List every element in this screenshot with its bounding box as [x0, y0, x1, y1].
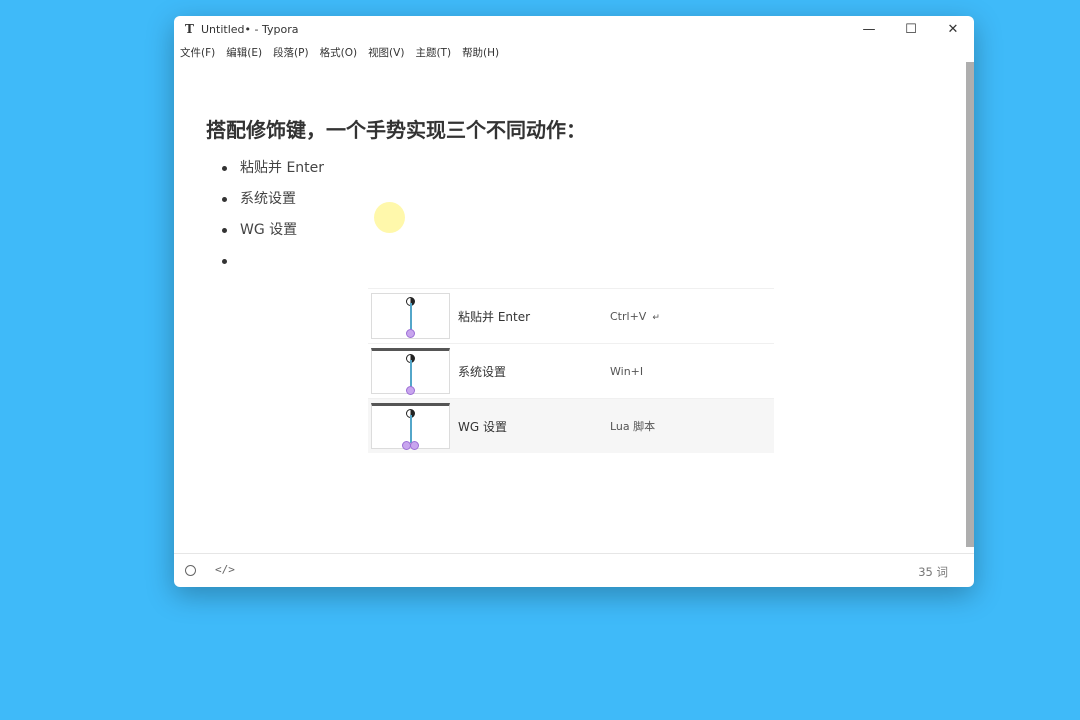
menu-paragraph[interactable]: 段落(P) [273, 45, 309, 60]
title-bar[interactable]: T Untitled• - Typora — ☐ ✕ [174, 16, 974, 42]
list-item-empty[interactable] [174, 251, 324, 282]
list-item[interactable]: 粘贴并 Enter [174, 158, 324, 189]
bullet-list: 粘贴并 Enter 系统设置 WG 设置 [174, 158, 324, 282]
gesture-shortcut: Lua 脚本 [610, 420, 656, 433]
close-button[interactable]: ✕ [932, 16, 974, 42]
menu-view[interactable]: 视图(V) [368, 45, 404, 60]
scrollbar-thumb[interactable] [966, 62, 974, 547]
typora-app-icon: T [185, 22, 194, 36]
status-bar: </> 35 词 [174, 553, 974, 587]
mouse-cursor-highlight [374, 202, 405, 233]
word-count[interactable]: 35 词 [918, 564, 948, 580]
window-title: Untitled• - Typora [201, 22, 299, 36]
gesture-thumbnail [371, 293, 450, 339]
menu-edit[interactable]: 编辑(E) [226, 45, 262, 60]
menu-format[interactable]: 格式(O) [320, 45, 357, 60]
gesture-row: 系统设置 Win+I [368, 343, 774, 398]
gesture-shortcut: Win+I [610, 364, 644, 378]
minimize-button[interactable]: — [848, 16, 890, 42]
menu-bar: 文件(F) 编辑(E) 段落(P) 格式(O) 视图(V) 主题(T) 帮助(H… [174, 43, 504, 61]
gesture-thumbnail [371, 348, 450, 395]
list-item[interactable]: WG 设置 [174, 220, 324, 251]
gesture-dot-icon [406, 386, 415, 395]
gesture-dot-icon [410, 441, 419, 450]
gesture-dot-icon [406, 329, 415, 338]
gesture-line [410, 303, 412, 331]
gesture-row: 粘贴并 Enter Ctrl+V ↵ [368, 288, 774, 343]
gesture-shortcut: Ctrl+V ↵ [610, 309, 660, 323]
gesture-label: 粘贴并 Enter [458, 309, 531, 324]
window-controls: — ☐ ✕ [848, 16, 974, 42]
menu-file[interactable]: 文件(F) [180, 45, 215, 60]
circle-icon[interactable] [185, 565, 196, 576]
list-item[interactable]: 系统设置 [174, 189, 324, 220]
gesture-line [410, 415, 412, 443]
scrollbar[interactable] [966, 62, 974, 547]
gesture-line [410, 360, 412, 388]
gesture-label: WG 设置 [458, 419, 507, 434]
maximize-button[interactable]: ☐ [890, 16, 932, 42]
menu-help[interactable]: 帮助(H) [462, 45, 499, 60]
gesture-label: 系统设置 [458, 364, 507, 379]
typora-window: T Untitled• - Typora — ☐ ✕ 文件(F) 编辑(E) 段… [174, 16, 974, 587]
document-heading: 搭配修饰键，一个手势实现三个不同动作： [206, 118, 586, 142]
code-icon[interactable]: </> [215, 563, 235, 576]
editor-area[interactable]: 搭配修饰键，一个手势实现三个不同动作： 粘贴并 Enter 系统设置 WG 设置… [174, 62, 966, 554]
menu-theme[interactable]: 主题(T) [415, 45, 451, 60]
return-icon: ↵ [652, 312, 660, 323]
gesture-image: 粘贴并 Enter Ctrl+V ↵ 系统设置 Win+I WG 设置 Lua … [368, 288, 774, 453]
gesture-row: WG 设置 Lua 脚本 [368, 398, 774, 453]
gesture-thumbnail [371, 403, 450, 450]
